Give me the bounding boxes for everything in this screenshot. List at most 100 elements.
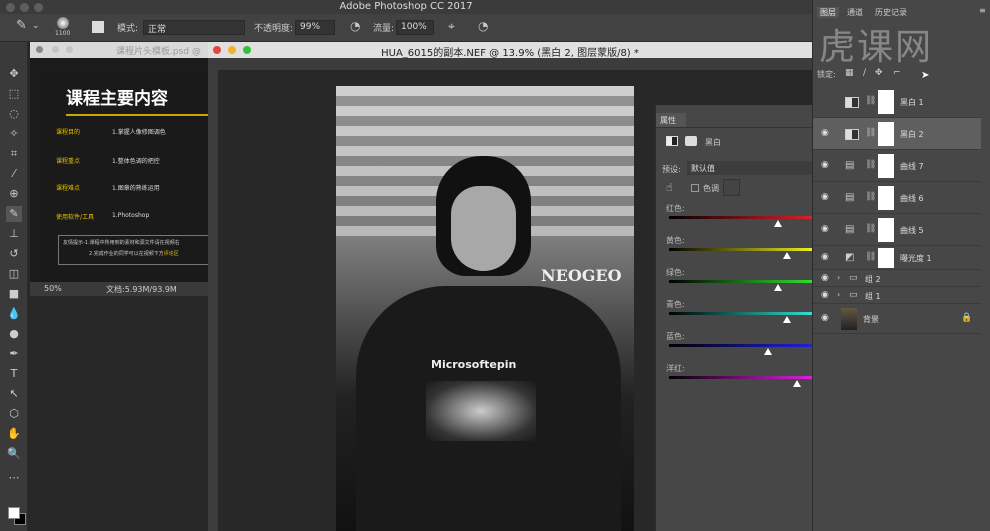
visibility-eye-icon[interactable]: ◉ — [821, 192, 829, 202]
slider-track[interactable] — [669, 376, 813, 379]
mode-select[interactable]: 正常 — [143, 20, 245, 35]
pressure-opacity-icon[interactable]: ◔ — [350, 19, 360, 33]
slider-thumb[interactable] — [783, 252, 792, 259]
tab-layers[interactable]: 图层 — [817, 7, 839, 18]
mask-icon[interactable] — [685, 136, 697, 146]
vertical-ruler[interactable] — [208, 58, 218, 531]
slider-thumb[interactable] — [774, 284, 783, 291]
link-icon[interactable]: ⛓ — [865, 224, 876, 234]
layer-row[interactable]: ◉ 🔒 背景 — [813, 304, 981, 334]
expand-chevron-icon[interactable]: › — [837, 273, 840, 282]
hand-tool-icon[interactable]: ✋ — [6, 426, 22, 442]
shape-tool-icon[interactable]: ⬡ — [6, 406, 22, 422]
layer-row[interactable]: ◉ › ▭ 组 1 — [813, 287, 981, 304]
maximize-doc-button[interactable] — [243, 46, 251, 54]
tint-checkbox[interactable] — [691, 184, 699, 192]
stamp-tool-icon[interactable]: ⊥ — [6, 226, 22, 242]
canvas-photo[interactable]: NEOGEO Microsoftepin — [336, 86, 634, 531]
type-tool-icon[interactable]: T — [6, 366, 22, 382]
more-tools-icon[interactable]: ⋯ — [6, 470, 22, 486]
marquee-tool-icon[interactable]: ⬚ — [6, 86, 22, 102]
lock-paint-icon[interactable]: / — [863, 68, 866, 78]
gradient-tool-icon[interactable]: ■ — [6, 286, 22, 302]
slider-track[interactable] — [669, 248, 813, 251]
move-tool-icon[interactable]: ✥ — [6, 66, 22, 82]
chevron-down-icon[interactable]: ⌄ — [32, 21, 40, 31]
brush-preset-icon[interactable] — [57, 17, 69, 29]
layer-mask-thumbnail[interactable] — [878, 248, 894, 268]
doc-tab-template[interactable]: 课程片头模板.psd @ — [30, 42, 208, 58]
tab-history[interactable]: 历史记录 — [875, 7, 907, 18]
link-icon[interactable]: ⛓ — [865, 128, 876, 138]
pressure-size-icon[interactable]: ◔ — [478, 19, 488, 33]
slider-track[interactable] — [669, 216, 813, 219]
visibility-eye-icon[interactable]: ◉ — [821, 128, 829, 138]
lasso-tool-icon[interactable]: ◌ — [6, 106, 22, 122]
brush-icon[interactable]: ✎ — [16, 18, 27, 33]
pen-tool-icon[interactable]: ✒ — [6, 346, 22, 362]
layer-row[interactable]: ◉ ⛓ 黑白 2 — [813, 118, 981, 150]
layer-mask-thumbnail[interactable] — [878, 122, 894, 146]
foreground-color-swatch[interactable] — [8, 507, 20, 519]
lock-position-icon[interactable]: ✥ — [875, 68, 883, 78]
horizontal-ruler[interactable] — [218, 58, 812, 70]
tint-color-swatch[interactable] — [723, 179, 740, 196]
layer-row[interactable]: ◉ ▤ ⛓ 曲线 6 — [813, 182, 981, 214]
layer-mask-thumbnail[interactable] — [878, 90, 894, 114]
flow-input[interactable]: 100% — [396, 20, 434, 35]
healing-brush-icon[interactable]: ⊕ — [6, 186, 22, 202]
slider-track[interactable] — [669, 280, 813, 283]
blur-tool-icon[interactable]: 💧 — [6, 306, 22, 322]
panel-menu-icon[interactable]: ≡ — [979, 6, 986, 15]
airbrush-icon[interactable]: ⌖ — [448, 19, 455, 34]
slider-thumb[interactable] — [774, 220, 783, 227]
visibility-eye-icon[interactable]: ◉ — [821, 273, 829, 283]
layer-row[interactable]: ◉ ▤ ⛓ 曲线 7 — [813, 150, 981, 182]
bw-adjustment-icon[interactable] — [666, 136, 678, 146]
doc-tab-main[interactable]: HUA_6015的副本.NEF @ 13.9% (黑白 2, 图层蒙版/8) * — [208, 42, 812, 59]
lock-pixels-icon[interactable]: ▦ — [845, 68, 854, 78]
visibility-eye-icon[interactable]: ◉ — [821, 160, 829, 170]
link-icon[interactable]: ⛓ — [865, 96, 876, 106]
zoom-level[interactable]: 50% — [44, 284, 62, 293]
brush-tool-icon[interactable]: ✎ — [6, 206, 22, 222]
history-brush-icon[interactable]: ↺ — [6, 246, 22, 262]
lock-artboard-icon[interactable]: ⌐ — [893, 68, 901, 78]
close-doc-button[interactable] — [213, 46, 221, 54]
visibility-eye-icon[interactable]: ◉ — [821, 252, 829, 262]
layer-row[interactable]: ◉ ◩ ⛓ 曝光度 1 — [813, 246, 981, 270]
zoom-tool-icon[interactable]: 🔍 — [6, 446, 22, 462]
close-doc-button[interactable] — [36, 46, 43, 53]
layer-mask-thumbnail[interactable] — [878, 218, 894, 242]
eyedropper-icon[interactable]: ⁄ — [6, 166, 22, 182]
layer-mask-thumbnail[interactable] — [878, 186, 894, 210]
layer-row[interactable]: ◉ ▤ ⛓ 曲线 5 — [813, 214, 981, 246]
expand-chevron-icon[interactable]: › — [837, 290, 840, 299]
slider-thumb[interactable] — [793, 380, 802, 387]
link-icon[interactable]: ⛓ — [865, 192, 876, 202]
properties-tab[interactable]: 属性 — [656, 113, 686, 127]
crop-tool-icon[interactable]: ⌗ — [6, 146, 22, 162]
eraser-icon[interactable]: ◫ — [6, 266, 22, 282]
brush-panel-icon[interactable] — [92, 21, 104, 33]
path-select-icon[interactable]: ↖ — [6, 386, 22, 402]
layer-row[interactable]: ◉ › ▭ 组 2 — [813, 270, 981, 287]
magic-wand-icon[interactable]: ✧ — [6, 126, 22, 142]
slider-thumb[interactable] — [764, 348, 773, 355]
slider-thumb[interactable] — [783, 316, 792, 323]
visibility-eye-icon[interactable]: ◉ — [821, 224, 829, 234]
layer-row[interactable]: ◉ ⛓ 黑白 1 — [813, 86, 981, 118]
minimize-doc-button[interactable] — [228, 46, 236, 54]
slider-track[interactable] — [669, 312, 813, 315]
visibility-eye-icon[interactable]: ◉ — [821, 290, 829, 300]
targeted-adjustment-icon[interactable]: ☝ — [666, 181, 673, 194]
visibility-eye-icon[interactable]: ◉ — [821, 313, 829, 323]
dodge-tool-icon[interactable]: ● — [6, 326, 22, 342]
preset-select[interactable]: 默认值 — [687, 161, 813, 175]
link-icon[interactable]: ⛓ — [865, 160, 876, 170]
tab-channels[interactable]: 通道 — [847, 7, 863, 18]
layer-mask-thumbnail[interactable] — [878, 154, 894, 178]
link-icon[interactable]: ⛓ — [865, 252, 876, 262]
slider-track[interactable] — [669, 344, 813, 347]
opacity-input[interactable]: 99% — [295, 20, 335, 35]
